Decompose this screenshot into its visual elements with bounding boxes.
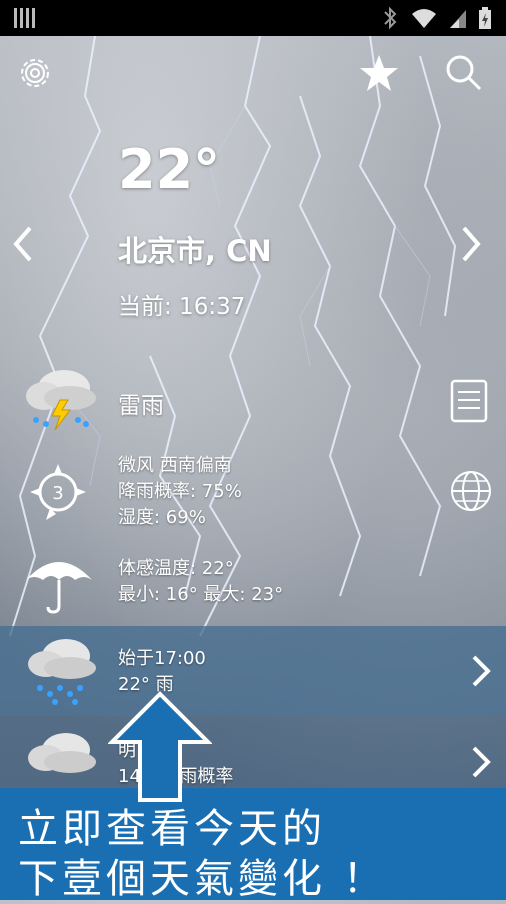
min-max-text: 最小: 16° 最大: 23° <box>118 584 284 605</box>
current-temperature: 22° <box>118 138 221 201</box>
bluetooth-icon <box>384 6 397 30</box>
precipitation-text: 降雨概率: 75% <box>118 481 242 502</box>
arrow-up-icon <box>108 691 212 802</box>
forecast-row-tomorrow[interactable]: 明 14 ° 降雨概率 <box>0 716 506 790</box>
cell-signal-icon <box>450 10 466 28</box>
promo-banner: 立即查看今天的 下壹個天氣變化 ！ <box>0 788 506 902</box>
previous-location-arrow[interactable] <box>10 224 38 264</box>
feels-like-text: 体感温度: 22° <box>118 558 234 579</box>
promo-line-2: 下壹個天氣變化 ！ <box>18 856 387 902</box>
status-bar <box>0 0 506 36</box>
gear-icon[interactable] <box>14 52 56 94</box>
chevron-right-icon[interactable] <box>470 653 492 689</box>
umbrella-icon <box>26 562 92 614</box>
city-name: 北京市, CN <box>118 234 272 268</box>
humidity-text: 湿度: 69% <box>118 507 206 528</box>
star-icon[interactable] <box>358 52 400 94</box>
updated-time: 当前: 16:37 <box>118 294 246 320</box>
wind-compass-icon: 3 <box>30 464 86 520</box>
thunderstorm-icon <box>26 370 96 431</box>
wind-text: 微风 西南偏南 <box>118 455 232 476</box>
wifi-icon <box>412 9 436 28</box>
search-icon[interactable] <box>442 52 484 94</box>
chevron-right-icon[interactable] <box>470 744 492 780</box>
battery-charging-icon <box>479 7 491 29</box>
rain-cloud-icon <box>28 639 96 705</box>
signal-bars-icon <box>14 8 35 28</box>
next-location-arrow[interactable] <box>456 224 484 264</box>
forecast-row-next[interactable]: 始于17:00 22° 雨 <box>0 626 506 716</box>
wind-level: 3 <box>52 483 63 504</box>
forecast-title: 始于17:00 <box>118 648 206 669</box>
details-list-icon[interactable] <box>446 378 492 424</box>
globe-icon[interactable] <box>448 468 494 514</box>
cloud-icon <box>28 733 96 773</box>
condition-label: 雷雨 <box>118 393 164 419</box>
